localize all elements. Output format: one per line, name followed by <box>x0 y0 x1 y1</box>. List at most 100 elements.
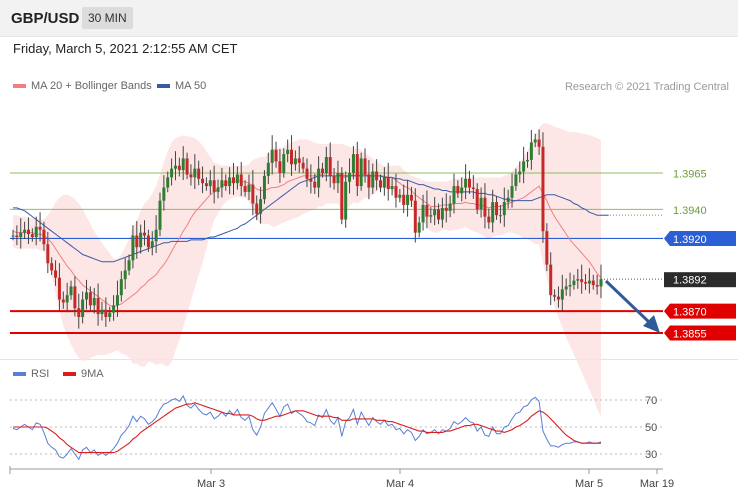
candle-down <box>73 286 77 309</box>
candle-down <box>224 180 228 187</box>
candle-up <box>235 174 239 184</box>
candle-down <box>340 173 344 220</box>
x-tick-label: Mar 3 <box>197 478 225 490</box>
candle-down <box>386 177 390 189</box>
support-label: 1.3870 <box>673 307 707 319</box>
candle-up <box>127 260 131 271</box>
candle-down <box>274 149 278 162</box>
candle-up <box>336 173 340 184</box>
candle-up <box>502 202 506 216</box>
candle-up <box>371 171 375 188</box>
candle-down <box>409 194 413 201</box>
resistance-label: 1.3965 <box>673 169 707 181</box>
x-tick-label: Mar 5 <box>575 478 603 490</box>
candle-down <box>255 203 259 214</box>
candle-up <box>228 177 232 187</box>
candle-up <box>193 168 197 178</box>
candle-up <box>119 279 123 296</box>
candle-down <box>483 197 487 217</box>
candle-down <box>15 235 19 237</box>
candle-down <box>456 186 460 194</box>
x-tick-label: Mar 19 <box>640 478 674 490</box>
candle-up <box>23 229 27 233</box>
candle-up <box>262 175 266 200</box>
candle-up <box>433 209 437 216</box>
candle-down <box>104 309 108 317</box>
rsi-tick-label: 50 <box>645 422 657 434</box>
candle-down <box>549 264 553 296</box>
candle-down <box>88 292 92 306</box>
candle-down <box>278 161 282 173</box>
candle-up <box>526 159 529 162</box>
candle-up <box>154 229 158 242</box>
candle-up <box>514 174 518 187</box>
rsi-ma-line <box>13 402 601 454</box>
candle-up <box>510 186 514 198</box>
candle-down <box>413 200 417 233</box>
candle-down <box>580 279 584 283</box>
candle-down <box>239 174 243 187</box>
candle-down <box>537 139 541 147</box>
candle-up <box>533 139 537 143</box>
candle-down <box>146 235 150 248</box>
candle-up <box>65 295 69 303</box>
candle-down <box>394 186 398 198</box>
candle-down <box>313 181 317 188</box>
candle-down <box>54 270 58 278</box>
candle-up <box>139 232 143 248</box>
candle-up <box>382 177 386 188</box>
candle-up <box>522 161 526 172</box>
candle-up <box>270 149 274 163</box>
candle-up <box>479 197 483 210</box>
candle-down <box>425 205 429 217</box>
candle-down <box>201 178 205 184</box>
candle-up <box>208 180 212 187</box>
candle-up <box>34 226 38 237</box>
candle-up <box>85 292 88 300</box>
candle-down <box>437 209 441 220</box>
candle-down <box>595 285 599 287</box>
candle-up <box>131 235 135 261</box>
candle-up <box>406 194 410 205</box>
candle-down <box>402 194 406 205</box>
candle-up <box>587 280 591 284</box>
candle-up <box>181 158 185 171</box>
candle-down <box>30 234 34 237</box>
candle-down <box>96 298 100 315</box>
candle-down <box>135 235 139 248</box>
candle-up <box>429 215 433 217</box>
candle-up <box>564 286 568 290</box>
candle-up <box>317 168 321 188</box>
candle-up <box>348 173 352 182</box>
candle-down <box>232 177 235 184</box>
candle-up <box>286 149 290 155</box>
candle-up <box>518 171 522 175</box>
candle-up <box>421 205 425 223</box>
candle-down <box>243 186 247 192</box>
candle-down <box>328 157 332 176</box>
candle-down <box>189 174 193 178</box>
candle-up <box>158 200 162 230</box>
candle-down <box>143 232 147 236</box>
candle-down <box>212 180 216 192</box>
candle-down <box>290 149 294 165</box>
candle-up <box>92 298 96 306</box>
last-price-label: 1.3892 <box>673 275 707 287</box>
candle-up <box>572 280 576 285</box>
candle-up <box>150 241 154 248</box>
candle-down <box>591 280 595 285</box>
rsi-tick-label: 70 <box>645 395 657 407</box>
candle-up <box>11 235 15 237</box>
candle-down <box>77 308 81 317</box>
candle-down <box>177 165 181 171</box>
candle-up <box>282 154 286 173</box>
candle-up <box>324 157 328 173</box>
candle-up <box>81 299 85 317</box>
candle-up <box>344 181 348 220</box>
candle-up <box>398 194 402 198</box>
candle-up <box>576 279 580 281</box>
candle-down <box>57 277 61 300</box>
candle-down <box>46 244 50 264</box>
candle-down <box>541 146 545 232</box>
candle-down <box>545 231 549 265</box>
